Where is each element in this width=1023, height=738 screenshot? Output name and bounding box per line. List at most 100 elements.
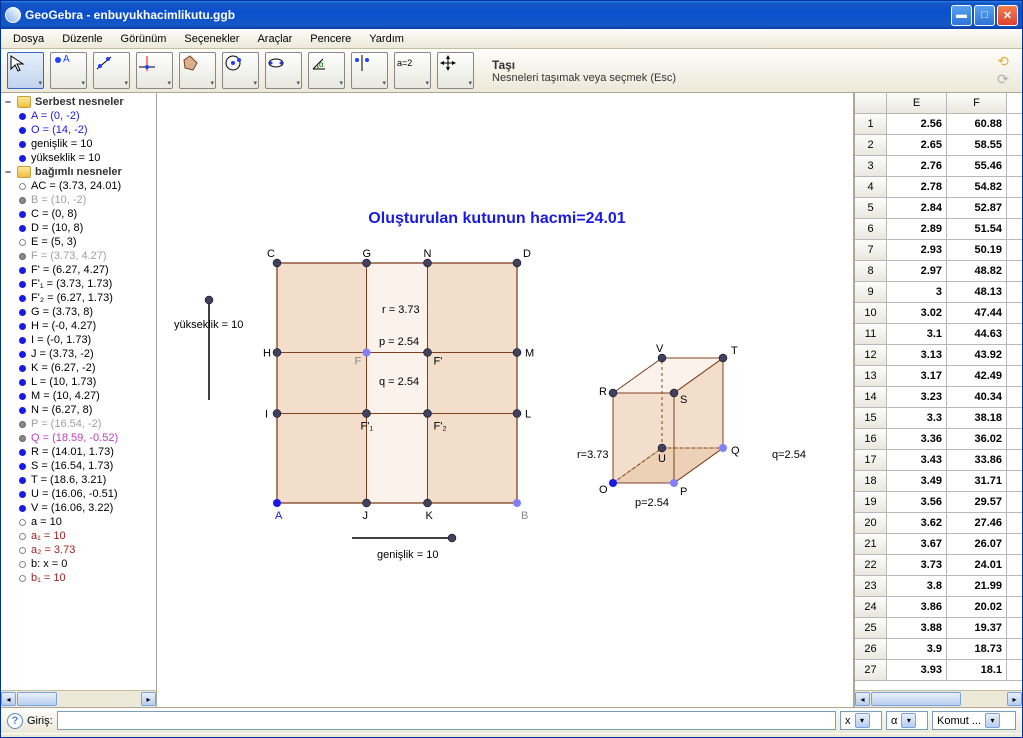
ss-row[interactable]: 143.2340.34 — [855, 387, 1022, 408]
tree-item[interactable]: P = (16.54, -2) — [1, 417, 156, 431]
point-B[interactable] — [513, 499, 521, 507]
point-V[interactable] — [658, 354, 666, 362]
ss-row[interactable]: 213.6726.07 — [855, 534, 1022, 555]
tree-item[interactable]: V = (16.06, 3.22) — [1, 501, 156, 515]
tree-item[interactable]: genişlik = 10 — [1, 137, 156, 151]
ss-row[interactable]: 173.4333.86 — [855, 450, 1022, 471]
tree-item[interactable]: F'₁ = (3.73, 1.73) — [1, 277, 156, 291]
tool-move[interactable]: ▾ — [7, 52, 44, 89]
ss-row[interactable]: 273.9318.1 — [855, 660, 1022, 681]
symbol-combo-1[interactable]: x▾ — [840, 711, 882, 730]
menu-dosya[interactable]: Dosya — [5, 31, 52, 47]
width-slider[interactable]: genişlik = 10 — [352, 534, 456, 561]
tool-conic[interactable]: ▾ — [265, 52, 302, 89]
ss-row[interactable]: 163.3636.02 — [855, 429, 1022, 450]
point-K[interactable] — [424, 499, 432, 507]
tool-angle[interactable]: α▾ — [308, 52, 345, 89]
point-U[interactable] — [658, 444, 666, 452]
tree-item[interactable]: yükseklik = 10 — [1, 151, 156, 165]
tree-item[interactable]: U = (16.06, -0.51) — [1, 487, 156, 501]
titlebar[interactable]: GeoGebra - enbuyukhacimlikutu.ggb ▬ □ ✕ — [1, 1, 1022, 29]
tree-item[interactable]: Q = (18.59, -0.52) — [1, 431, 156, 445]
ss-row[interactable]: 193.5629.57 — [855, 492, 1022, 513]
ss-row[interactable]: 183.4931.71 — [855, 471, 1022, 492]
algebra-scrollbar[interactable]: ◂ ▸ — [1, 690, 156, 707]
tree-item[interactable]: I = (-0, 1.73) — [1, 333, 156, 347]
point-C[interactable] — [273, 259, 281, 267]
point-M[interactable] — [513, 349, 521, 357]
menu-düzenle[interactable]: Düzenle — [54, 31, 110, 47]
maximize-button[interactable]: □ — [974, 5, 995, 26]
spreadsheet-scrollbar[interactable]: ◂ ▸ — [855, 690, 1022, 707]
menu-pencere[interactable]: Pencere — [302, 31, 359, 47]
tree-item[interactable]: M = (10, 4.27) — [1, 389, 156, 403]
tree-item[interactable]: D = (10, 8) — [1, 221, 156, 235]
point-Fp[interactable] — [424, 349, 432, 357]
menu-görünüm[interactable]: Görünüm — [113, 31, 175, 47]
ss-row[interactable]: 153.338.18 — [855, 408, 1022, 429]
graphics-panel[interactable]: Oluşturulan kutunun hacmi=24.01 yüksekli… — [157, 93, 854, 707]
ss-row[interactable]: 12.5660.88 — [855, 114, 1022, 135]
help-icon[interactable]: ? — [7, 713, 23, 729]
tool-perpendicular[interactable]: ▾ — [136, 52, 173, 89]
ss-row[interactable]: 133.1742.49 — [855, 366, 1022, 387]
menu-araçlar[interactable]: Araçlar — [249, 31, 300, 47]
ss-row[interactable]: 253.8819.37 — [855, 618, 1022, 639]
point-N[interactable] — [424, 259, 432, 267]
ss-row[interactable]: 72.9350.19 — [855, 240, 1022, 261]
point-L[interactable] — [513, 410, 521, 418]
point-H[interactable] — [273, 349, 281, 357]
tool-line[interactable]: ▾ — [93, 52, 130, 89]
algebra-tree[interactable]: –Serbest nesnelerA = (0, -2)O = (14, -2)… — [1, 93, 156, 690]
point-S[interactable] — [670, 389, 678, 397]
tree-item[interactable]: H = (-0, 4.27) — [1, 319, 156, 333]
ss-row[interactable]: 82.9748.82 — [855, 261, 1022, 282]
tool-polygon[interactable]: ▾ — [179, 52, 216, 89]
tool-slider[interactable]: a=2▾ — [394, 52, 431, 89]
tree-item[interactable]: O = (14, -2) — [1, 123, 156, 137]
ss-row[interactable]: 9348.13 — [855, 282, 1022, 303]
tree-item[interactable]: C = (0, 8) — [1, 207, 156, 221]
spreadsheet-panel[interactable]: EF12.5660.8822.6558.5532.7655.4642.7854.… — [854, 93, 1022, 707]
ss-row[interactable]: 223.7324.01 — [855, 555, 1022, 576]
tool-point[interactable]: A▾ — [50, 52, 87, 89]
tree-item[interactable]: B = (10, -2) — [1, 193, 156, 207]
ss-row[interactable]: 113.144.63 — [855, 324, 1022, 345]
point-J[interactable] — [363, 499, 371, 507]
point-P[interactable] — [670, 479, 678, 487]
tree-item[interactable]: R = (14.01, 1.73) — [1, 445, 156, 459]
tree-item[interactable]: F' = (6.27, 4.27) — [1, 263, 156, 277]
tree-item[interactable]: K = (6.27, -2) — [1, 361, 156, 375]
point-A[interactable] — [273, 499, 281, 507]
tree-item[interactable]: S = (16.54, 1.73) — [1, 459, 156, 473]
tree-item[interactable]: G = (3.73, 8) — [1, 305, 156, 319]
point-G[interactable] — [363, 259, 371, 267]
input-field[interactable] — [57, 711, 836, 730]
ss-row[interactable]: 203.6227.46 — [855, 513, 1022, 534]
ss-row[interactable]: 243.8620.02 — [855, 597, 1022, 618]
point-T[interactable] — [719, 354, 727, 362]
tool-circle[interactable]: ▾ — [222, 52, 259, 89]
ss-row[interactable]: 233.821.99 — [855, 576, 1022, 597]
menu-seçenekler[interactable]: Seçenekler — [176, 31, 247, 47]
menu-yardım[interactable]: Yardım — [361, 31, 412, 47]
point-D[interactable] — [513, 259, 521, 267]
minimize-button[interactable]: ▬ — [951, 5, 972, 26]
tree-item[interactable]: J = (3.73, -2) — [1, 347, 156, 361]
command-combo[interactable]: Komut ...▾ — [932, 711, 1016, 730]
point-R[interactable] — [609, 389, 617, 397]
tree-item[interactable]: a₂ = 3.73 — [1, 543, 156, 557]
tree-folder[interactable]: –Serbest nesneler — [1, 95, 156, 109]
height-slider[interactable]: yükseklik = 10 — [174, 296, 243, 400]
tool-reflect[interactable]: ▾ — [351, 52, 388, 89]
symbol-combo-2[interactable]: α▾ — [886, 711, 928, 730]
point-F[interactable] — [363, 349, 371, 357]
point-I[interactable] — [273, 410, 281, 418]
tree-item[interactable]: b: x = 0 — [1, 557, 156, 571]
tree-item[interactable]: A = (0, -2) — [1, 109, 156, 123]
tree-item[interactable]: T = (18.6, 3.21) — [1, 473, 156, 487]
undo-button[interactable]: ⟲ — [994, 54, 1012, 70]
tree-item[interactable]: L = (10, 1.73) — [1, 375, 156, 389]
tree-item[interactable]: N = (6.27, 8) — [1, 403, 156, 417]
ss-row[interactable]: 62.8951.54 — [855, 219, 1022, 240]
